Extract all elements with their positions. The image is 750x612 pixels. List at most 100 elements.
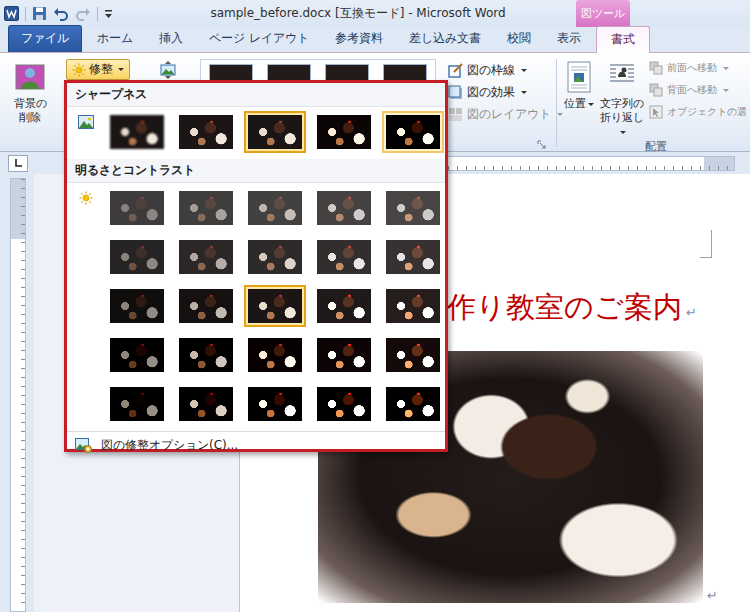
paragraph-mark: ↵ (686, 294, 697, 332)
correction-option[interactable] (244, 187, 306, 229)
correction-preview (317, 240, 371, 274)
correction-option[interactable] (106, 187, 168, 229)
correction-preview (179, 289, 233, 323)
section-header: 明るさとコントラスト (67, 159, 445, 183)
correction-preview (386, 289, 440, 323)
correction-preview (110, 240, 164, 274)
correction-preview (248, 115, 302, 149)
correction-option[interactable] (244, 236, 306, 278)
contextual-tab-header: 図ツール (576, 0, 630, 27)
correction-option[interactable] (313, 236, 375, 278)
ribbon-tab[interactable]: ホーム (86, 25, 144, 52)
correction-option[interactable] (313, 285, 375, 327)
tab-stop-icon[interactable] (13, 158, 23, 168)
tab-selector[interactable] (8, 155, 28, 172)
correction-option[interactable] (244, 334, 306, 376)
toolbar-divider (97, 7, 98, 21)
ribbon-tab[interactable]: ファイル (8, 25, 82, 52)
remove-background-button[interactable]: 背景の削除 (2, 57, 58, 125)
correction-option[interactable] (382, 334, 444, 376)
correction-option[interactable] (106, 334, 168, 376)
correction-preview (317, 191, 371, 225)
correction-option[interactable] (244, 383, 306, 425)
ribbon-tab[interactable]: 校閲 (496, 25, 542, 52)
picture-layout-icon (448, 107, 463, 122)
correction-option[interactable] (175, 187, 237, 229)
compress-picture-icon[interactable] (160, 61, 176, 79)
dialog-launcher[interactable] (537, 140, 546, 149)
correction-option[interactable] (382, 236, 444, 278)
arrange-group: 位置文字列の折り返し前面へ移動背面へ移動オブジェクトの選配置 (561, 57, 750, 149)
dialog-launcher-icon[interactable] (537, 140, 546, 149)
correction-option[interactable] (382, 187, 444, 229)
arrange-small-buttons: 前面へ移動背面へ移動オブジェクトの選 (647, 57, 747, 139)
ribbon-tab[interactable]: 挿入 (148, 25, 194, 52)
menu-section: シャープネス (67, 83, 445, 159)
sharpness-icon (78, 115, 94, 129)
quick-access-toolbar (0, 6, 140, 21)
corrections-button[interactable]: 修整 (66, 59, 130, 80)
correction-option[interactable] (175, 334, 237, 376)
correction-option[interactable] (244, 111, 306, 153)
word-window: sample_before.docx [互換モード] - Microsoft W… (0, 0, 750, 612)
correction-option[interactable] (313, 187, 375, 229)
section-icon-cell (73, 187, 99, 229)
correction-preview (110, 115, 164, 149)
correction-option[interactable] (106, 111, 168, 153)
correction-option[interactable] (313, 111, 375, 153)
section-header: シャープネス (67, 83, 445, 107)
ribbon-tab[interactable]: 差し込み文書 (398, 25, 492, 52)
correction-option[interactable] (106, 236, 168, 278)
correction-option[interactable] (382, 111, 444, 153)
correction-preview (179, 191, 233, 225)
save-icon[interactable] (32, 6, 47, 21)
section-icon-cell (73, 111, 99, 153)
selection-pane-icon (649, 105, 663, 119)
customize-quick-access-icon[interactable] (104, 8, 113, 20)
correction-option[interactable] (313, 383, 375, 425)
correction-preview (110, 191, 164, 225)
picture-corrections-options[interactable]: 図の修整オプション(C)... (67, 431, 445, 459)
correction-preview (110, 387, 164, 421)
correction-option[interactable] (175, 111, 237, 153)
position-button[interactable]: 位置 (561, 57, 597, 139)
correction-option[interactable] (175, 236, 237, 278)
ribbon-tabs: ファイルホーム挿入ページ レイアウト参考資料差し込み文書校閲表示書式 (0, 27, 750, 52)
picture-effects-icon (448, 85, 463, 100)
button-label: 背景の削除 (12, 97, 48, 125)
correction-option[interactable] (175, 383, 237, 425)
correction-preview (179, 240, 233, 274)
title-bar: sample_before.docx [互換モード] - Microsoft W… (0, 0, 750, 27)
correction-option[interactable] (382, 285, 444, 327)
correction-preview (317, 338, 371, 372)
ribbon-tab[interactable]: 参考資料 (324, 25, 394, 52)
correction-preview (110, 338, 164, 372)
section-icon-cell (73, 285, 99, 327)
correction-option[interactable] (106, 285, 168, 327)
wrap-text-button[interactable]: 文字列の折り返し (597, 57, 647, 139)
picture-command[interactable]: 図の枠線 (448, 59, 527, 81)
correction-option[interactable] (382, 383, 444, 425)
correction-option[interactable] (244, 285, 306, 327)
section-icon-cell (73, 334, 99, 376)
undo-icon[interactable] (53, 6, 69, 21)
picture-command[interactable]: 図の効果 (448, 81, 527, 103)
section-icon-cell (73, 236, 99, 278)
correction-option[interactable] (313, 334, 375, 376)
ribbon-tab[interactable]: ページ レイアウト (198, 25, 320, 52)
redo-icon[interactable] (75, 6, 91, 21)
menu-section: 明るさとコントラスト (67, 159, 445, 431)
correction-preview (248, 387, 302, 421)
vertical-ruler[interactable] (10, 178, 26, 612)
correction-option[interactable] (106, 383, 168, 425)
correction-preview (386, 387, 440, 421)
ribbon-tab[interactable]: 書式 (596, 26, 650, 53)
correction-option[interactable] (175, 285, 237, 327)
wrap-text-icon (608, 61, 636, 93)
arrange-command: オブジェクトの選 (649, 101, 747, 123)
correction-preview (317, 289, 371, 323)
correction-preview (179, 338, 233, 372)
sun-icon (72, 63, 86, 77)
position-icon (565, 61, 593, 93)
ribbon-tab[interactable]: 表示 (546, 25, 592, 52)
